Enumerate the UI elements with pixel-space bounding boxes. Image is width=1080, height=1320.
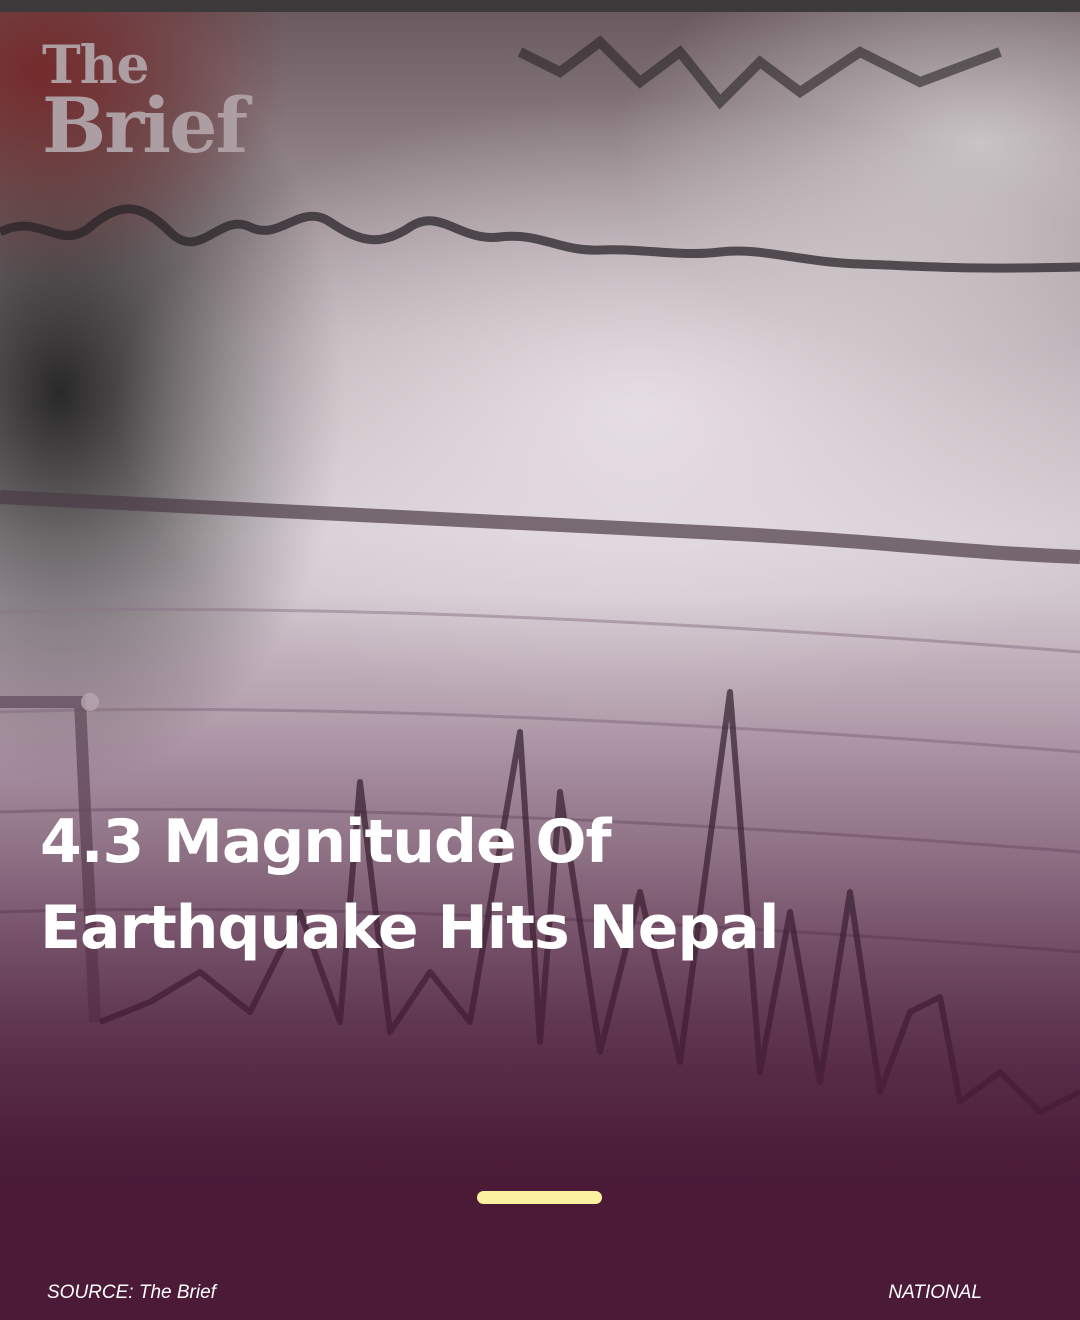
bottom-gradient-overlay bbox=[0, 0, 1080, 1320]
story-card: The Brief 4.3 Magnitude Of Earthquake Hi… bbox=[0, 0, 1080, 1320]
brand-logo: The Brief bbox=[42, 40, 248, 170]
category-label[interactable]: NATIONAL bbox=[888, 1282, 982, 1304]
logo-line-brief: Brief bbox=[42, 81, 248, 170]
story-progress-indicator bbox=[477, 1191, 602, 1204]
story-headline: 4.3 Magnitude Of Earthquake Hits Nepal bbox=[40, 807, 779, 963]
source-label: SOURCE: The Brief bbox=[47, 1282, 216, 1303]
